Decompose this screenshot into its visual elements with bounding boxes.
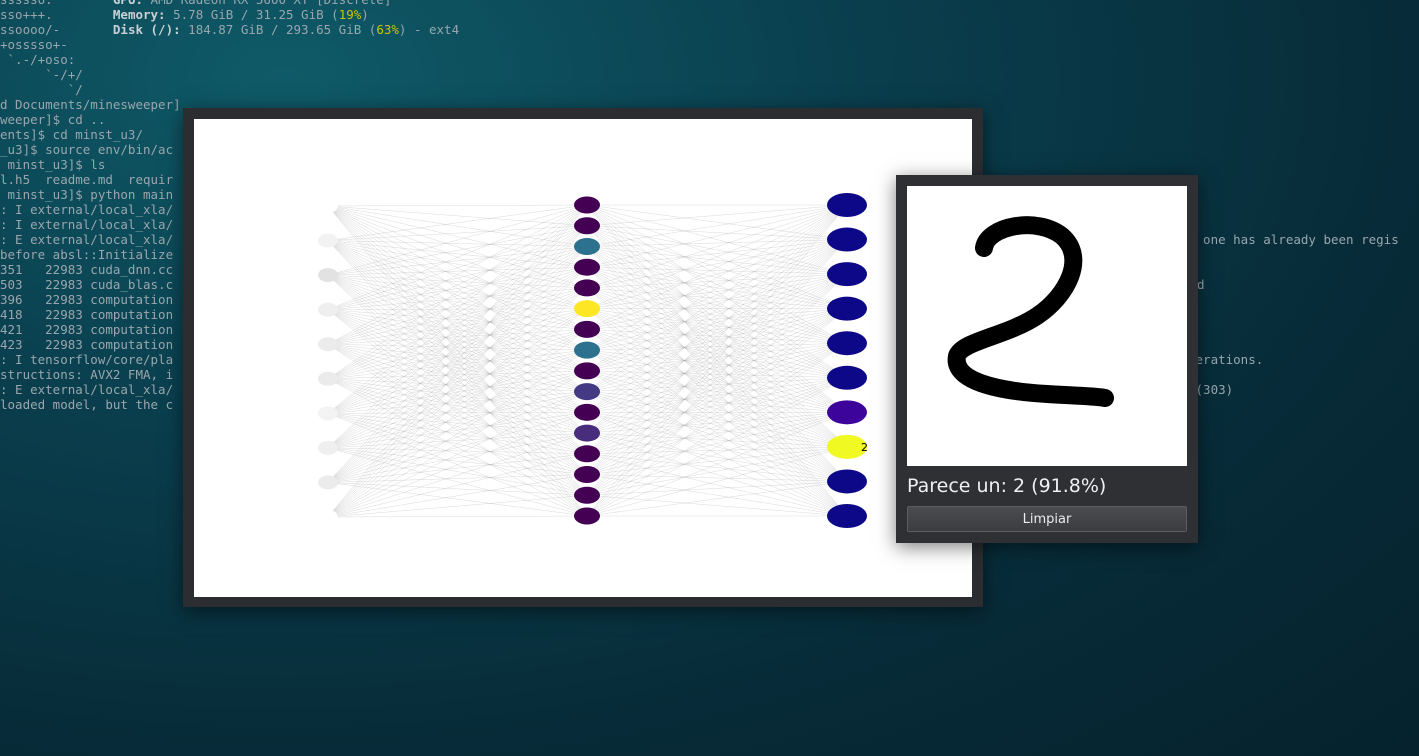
hidden-neuron xyxy=(574,196,600,214)
input-neuron xyxy=(318,302,338,317)
hidden-neuron xyxy=(574,445,600,463)
terminal-line: before absl::Initialize xyxy=(0,247,174,262)
terminal-line: : I tensorflow/core/pla xyxy=(0,352,174,367)
terminal-line: 351 22983 cuda_dnn.cc xyxy=(0,262,174,277)
network-canvas: 2 xyxy=(194,119,972,597)
hidden-neuron xyxy=(574,217,600,235)
hidden-neuron xyxy=(574,300,600,318)
input-neuron xyxy=(318,475,338,490)
output-neuron xyxy=(827,365,867,390)
terminal-line: 396 22983 computation xyxy=(0,292,174,307)
output-neuron xyxy=(827,469,867,494)
terminal-line: : I external/local_xla/ xyxy=(0,217,174,232)
input-neuron xyxy=(318,510,338,524)
terminal-line: ents]$ cd minst_u3/ xyxy=(0,127,143,142)
terminal-line: d Documents/minesweeper] xyxy=(0,97,181,112)
terminal-line: : I external/local_xla/ xyxy=(0,202,174,217)
hidden-neuron xyxy=(574,320,600,338)
clear-button[interactable]: Limpiar xyxy=(907,506,1187,532)
output-neuron xyxy=(827,504,867,528)
output-neuron-label: 2 xyxy=(861,441,868,454)
output-neuron xyxy=(827,227,867,252)
drawing-canvas[interactable] xyxy=(907,186,1187,466)
terminal-line: minst_u3]$ python main xyxy=(0,187,174,202)
hidden-neuron xyxy=(574,424,600,442)
terminal-line: sso+++. Memory: 5.78 GiB / 31.25 GiB (19… xyxy=(0,7,369,22)
hidden-neuron xyxy=(574,383,600,401)
terminal-line: minst_u3]$ ls xyxy=(0,157,106,172)
network-graph: 2 xyxy=(318,193,868,528)
terminal-line: 503 22983 cuda_blas.c xyxy=(0,277,174,292)
hidden-neuron xyxy=(574,466,600,484)
terminal-line: ssoooo/- Disk (/): 184.87 GiB / 293.65 G… xyxy=(0,22,460,37)
terminal-line-fragment: d xyxy=(1197,277,1205,292)
terminal-line: structions: AVX2 FMA, i xyxy=(0,367,174,382)
terminal-line: : E external/local_xla/ xyxy=(0,382,174,397)
prediction-text: Parece un: 2 (91.8%) xyxy=(907,475,1107,497)
output-neuron xyxy=(827,262,867,287)
hidden-neuron xyxy=(574,258,600,276)
terminal-line: 423 22983 computation xyxy=(0,337,174,352)
output-neuron xyxy=(827,193,867,217)
hidden-neuron xyxy=(574,486,600,504)
input-neuron xyxy=(318,337,338,352)
terminal-line: loaded model, but the c xyxy=(0,397,174,412)
terminal-line: _u3]$ source env/bin/ac xyxy=(0,142,174,157)
hidden-neuron xyxy=(574,362,600,380)
input-neuron xyxy=(318,268,338,283)
input-neuron xyxy=(318,406,338,421)
terminal-line: : E external/local_xla/ xyxy=(0,232,174,247)
input-neuron xyxy=(318,233,338,248)
input-neuron xyxy=(318,199,338,213)
network-visualization-window: 2 xyxy=(183,108,983,607)
hidden-neuron xyxy=(574,237,600,255)
digit-drawing-window: Parece un: 2 (91.8%) Limpiar xyxy=(896,175,1198,543)
terminal-line: +osssso+- xyxy=(0,37,68,52)
terminal-line: `.-/+oso: xyxy=(0,52,76,67)
hidden-neuron xyxy=(574,403,600,421)
input-neuron xyxy=(318,371,338,386)
hidden-neuron xyxy=(574,341,600,359)
terminal-line: l.h5 readme.md requir xyxy=(0,172,174,187)
terminal-line-fragment: n one has already been regis xyxy=(1188,232,1399,247)
terminal-line-fragment: perations. xyxy=(1188,352,1264,367)
output-neuron xyxy=(827,331,867,356)
terminal-line: 421 22983 computation xyxy=(0,322,174,337)
hidden-neuron xyxy=(574,507,600,525)
hidden-neuron xyxy=(574,279,600,297)
output-neuron xyxy=(827,400,867,425)
terminal-line: ssssso. GPU: AMD Radeon RX 5600 XT [Disc… xyxy=(0,0,391,7)
input-neuron xyxy=(318,440,338,455)
terminal-line: `/ xyxy=(0,82,83,97)
terminal-line: 418 22983 computation xyxy=(0,307,174,322)
terminal-line: `-/+/ xyxy=(0,67,83,82)
output-neuron xyxy=(827,296,867,321)
terminal-line: weeper]$ cd .. xyxy=(0,112,106,127)
handwritten-digit xyxy=(947,216,1114,407)
